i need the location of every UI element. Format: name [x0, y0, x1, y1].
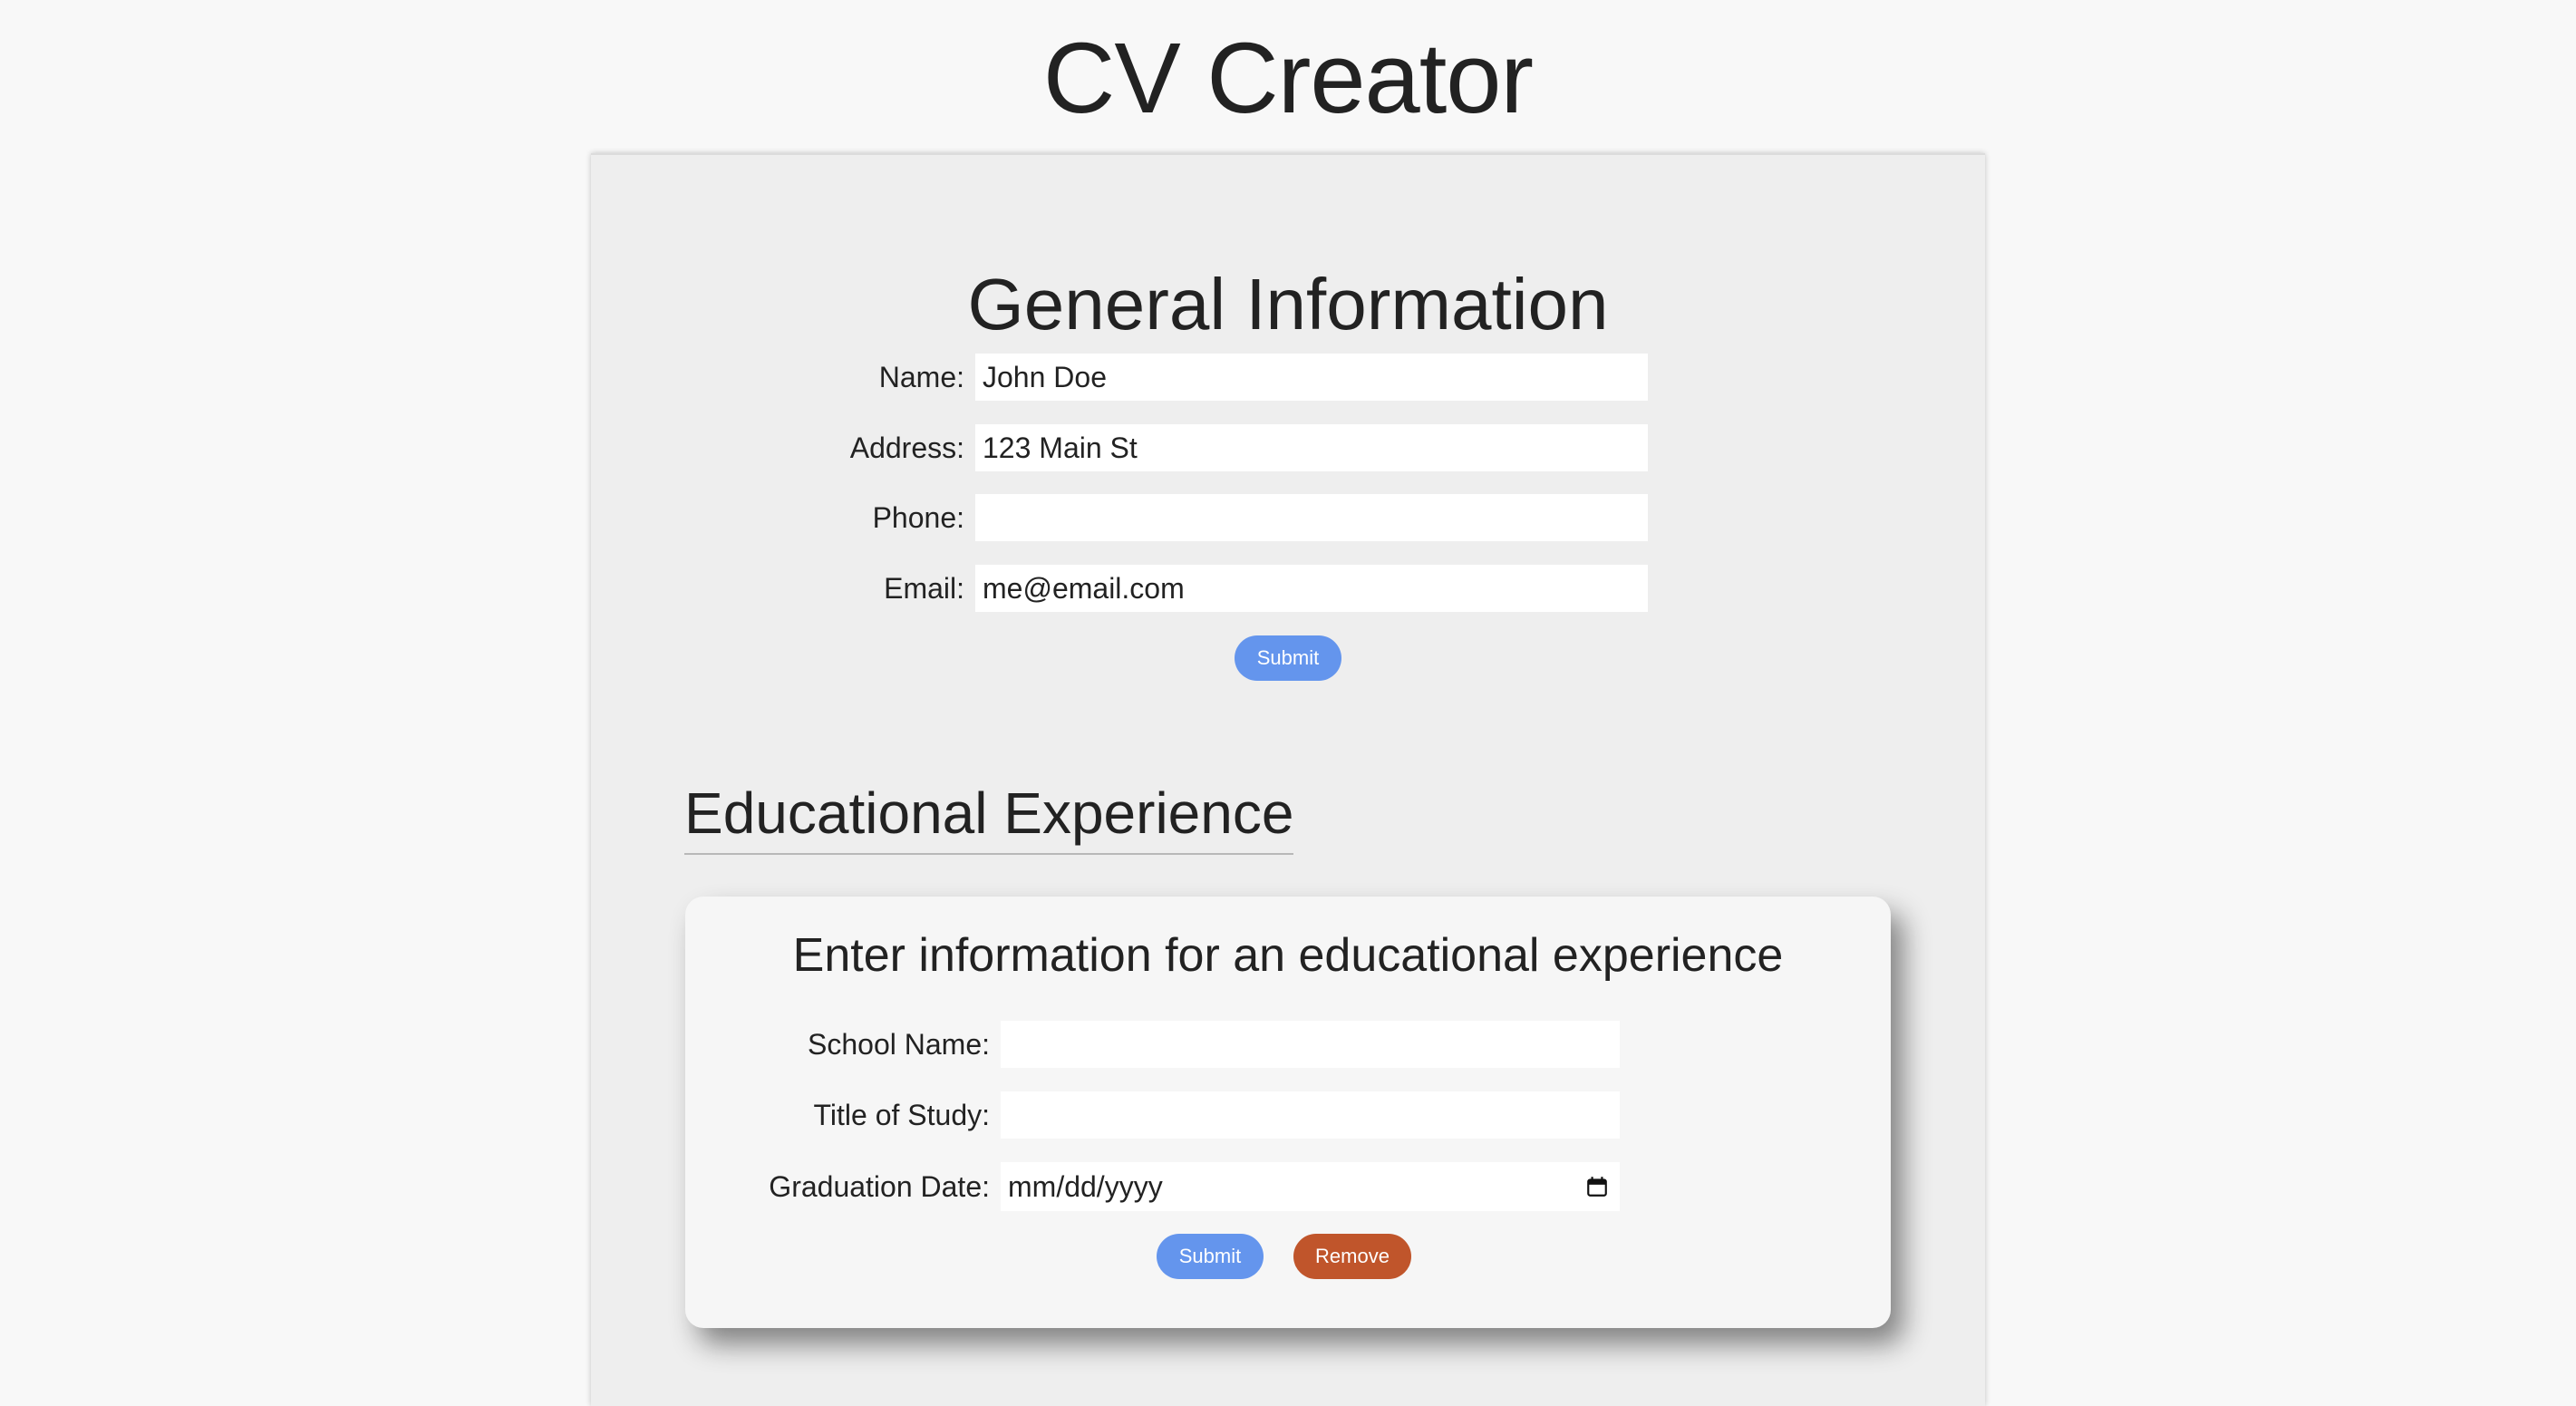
educational-experience-heading: Educational Experience [684, 777, 1294, 855]
school-name-input[interactable] [1001, 1021, 1620, 1068]
email-input[interactable] [975, 565, 1648, 612]
graduation-date-row: Graduation Date: [685, 1162, 1620, 1211]
calendar-icon[interactable] [1585, 1175, 1609, 1198]
address-input[interactable] [975, 424, 1648, 471]
address-row: Address: [591, 424, 1648, 471]
graduation-date-date-input[interactable] [1001, 1162, 1620, 1211]
general-information-heading: General Information [967, 264, 1609, 344]
education-entry-card: Enter information for an educational exp… [685, 897, 1891, 1328]
name-label: Name: [878, 361, 964, 393]
school-name-row: School Name: [685, 1021, 1620, 1068]
app-title: CV Creator [1042, 23, 1534, 134]
title-of-study-row: Title of Study: [685, 1091, 1620, 1139]
title-of-study-field-wrapper [1001, 1091, 1620, 1139]
school-name-label: School Name: [808, 1028, 990, 1061]
phone-row: Phone: [591, 494, 1648, 541]
education-remove-button[interactable]: Remove [1293, 1234, 1411, 1279]
graduation-date-label: Graduation Date: [769, 1170, 990, 1203]
phone-input[interactable] [975, 494, 1648, 541]
address-label: Address: [849, 431, 964, 464]
email-label: Email: [884, 572, 964, 605]
email-row: Email: [591, 565, 1648, 612]
title-of-study-input[interactable] [1001, 1091, 1620, 1139]
education-submit-button[interactable]: Submit [1157, 1234, 1264, 1279]
cv-form-panel: General Information Name: Address: Phone… [591, 153, 1985, 1406]
title-of-study-label: Title of Study: [813, 1099, 990, 1131]
education-card-title: Enter information for an educational exp… [792, 929, 1784, 982]
name-input[interactable] [975, 354, 1648, 401]
school-name-field-wrapper [1001, 1021, 1620, 1068]
general-submit-button[interactable]: Submit [1235, 635, 1341, 681]
phone-label: Phone: [872, 501, 964, 534]
graduation-date-field-wrapper [1001, 1162, 1620, 1211]
name-row: Name: [591, 354, 1648, 401]
